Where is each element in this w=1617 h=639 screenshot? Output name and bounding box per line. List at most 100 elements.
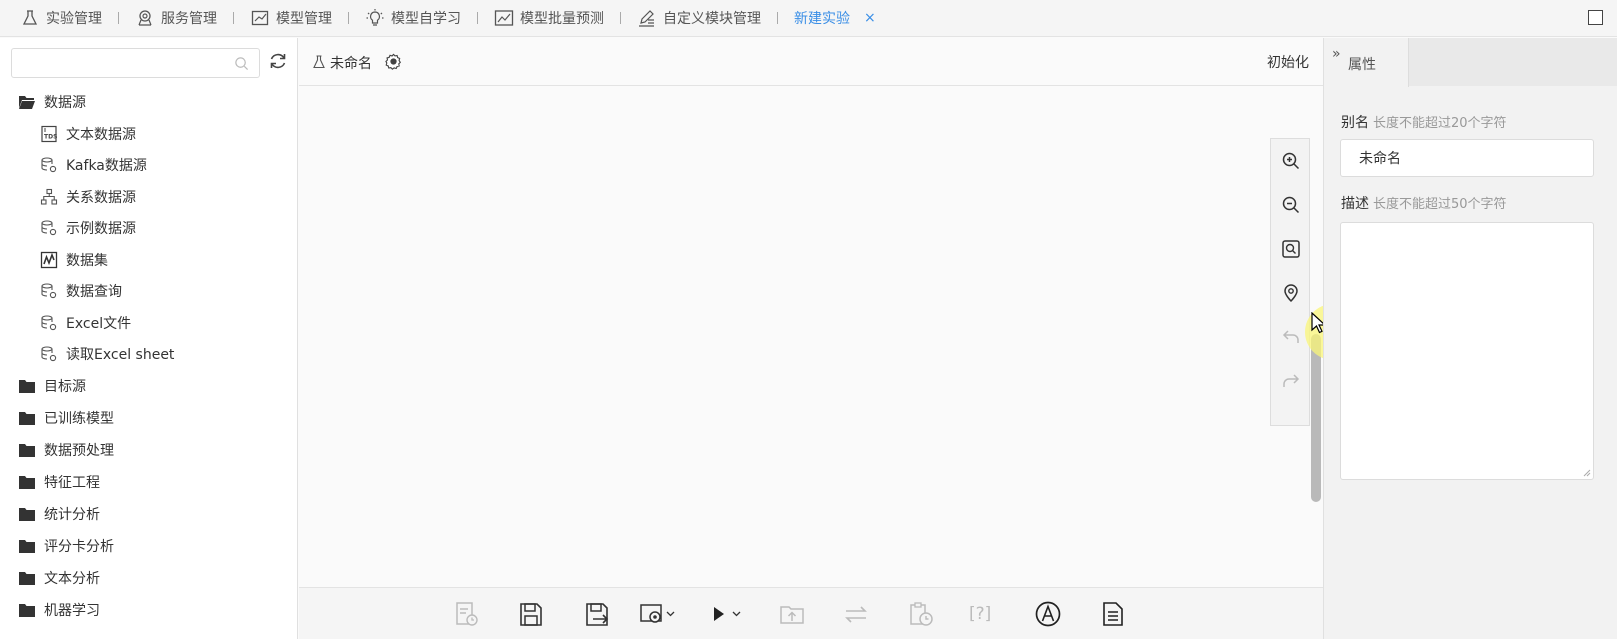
save-icon[interactable] [519,601,543,627]
database-icon [41,220,57,236]
settings-dropdown-icon[interactable] [639,601,677,627]
svg-text:TDS: TDS [44,133,57,140]
database-icon [41,346,57,362]
description-field[interactable] [1340,222,1594,480]
tree-folder-feature-engineering[interactable]: 特征工程 [0,466,298,498]
locate-icon[interactable] [1281,283,1301,303]
flask-icon [22,10,38,25]
folder-icon [19,540,35,553]
description-hint: 长度不能超过50个字符 [1373,197,1507,212]
swap-icon[interactable] [843,601,869,627]
tree-folder-label: 已训练模型 [44,411,114,427]
description-textarea[interactable] [1341,223,1593,479]
undo-icon[interactable] [1281,327,1301,347]
tab-new-experiment[interactable]: 新建实验 × [794,0,876,37]
tree-folder-label: 数据预处理 [44,443,114,459]
schedule-icon[interactable] [908,601,934,627]
tab-model-self-learning[interactable]: 模型自学习 [365,0,494,37]
tree-folder-scorecard[interactable]: 评分卡分析 [0,530,298,562]
tab-label: 实验管理 [46,11,102,27]
tab-label: 服务管理 [161,11,217,27]
maximize-icon[interactable] [1588,10,1603,25]
alias-input[interactable] [1341,140,1593,176]
tree-item-excel-file[interactable]: Excel文件 [0,307,298,339]
tree-folder-preprocessing[interactable]: 数据预处理 [0,434,298,466]
tree-folder-machine-learning[interactable]: 机器学习 [0,594,298,626]
initialize-button[interactable]: 初始化 [1267,52,1309,72]
tree-item-text-source[interactable]: TDS 文本数据源 [0,118,298,150]
tree-folder-text-analysis[interactable]: 文本分析 [0,562,298,594]
folder-icon [19,476,35,489]
component-sidebar: 数据源 TDS 文本数据源 Kafka数据源 关系数据源 示例数据源 数据集 数… [0,38,298,639]
experiment-editor: 未命名 初始化 [?] [299,38,1323,639]
bottom-toolbar: [?] [299,587,1323,639]
help-bracket-icon[interactable]: [?] [969,601,991,627]
tree-folder-trained-models[interactable]: 已训练模型 [0,402,298,434]
top-tab-bar: 实验管理 服务管理 模型管理 模型自学习 模型批量预测 自定义模块管理 新建实验… [0,0,1617,37]
folder-open-icon [19,96,35,109]
refresh-icon[interactable] [268,51,288,71]
canvas-toolbar [1270,138,1310,426]
tab-separator [348,12,349,24]
fit-view-icon[interactable] [1281,239,1301,259]
run-dropdown-icon[interactable] [711,601,745,627]
tab-label: 模型自学习 [391,11,461,27]
auto-icon[interactable] [1034,601,1062,627]
tree-folder-label: 统计分析 [44,507,100,523]
lightbulb-icon [366,9,384,26]
tree-folder-label: 数据源 [44,95,86,111]
tree-item-data-query[interactable]: 数据查询 [0,276,298,308]
alias-field[interactable] [1340,139,1594,177]
save-as-icon[interactable] [585,601,611,627]
tree-folder-statistics[interactable]: 统计分析 [0,498,298,530]
resize-handle-icon[interactable] [1583,469,1591,477]
tree-folder-label: 机器学习 [44,603,100,619]
tab-label: 新建实验 [794,11,850,27]
tab-service-management[interactable]: 服务管理 [135,0,250,37]
alias-label-text: 别名 [1341,115,1369,131]
gear-icon[interactable] [385,53,402,70]
close-tab-icon[interactable]: × [864,10,876,26]
tree-folder-label: 特征工程 [44,475,100,491]
database-icon [41,283,57,299]
tab-model-management[interactable]: 模型管理 [250,0,365,37]
tree-item-sample-source[interactable]: 示例数据源 [0,213,298,245]
alias-label: 别名 长度不能超过20个字符 [1341,112,1507,132]
tree-folder-data-source[interactable]: 数据源 [0,86,298,118]
alias-hint: 长度不能超过20个字符 [1373,116,1507,131]
tree-item-label: 数据集 [66,252,108,269]
tree-item-dataset[interactable]: 数据集 [0,244,298,276]
tab-separator [233,12,234,24]
tree-item-label: 文本数据源 [66,126,136,143]
search-input[interactable] [12,49,222,77]
canvas-scrollbar[interactable] [1311,334,1321,502]
tree-item-kafka-source[interactable]: Kafka数据源 [0,150,298,182]
search-field[interactable] [11,48,260,78]
document-icon[interactable] [1101,601,1125,627]
experiment-name: 未命名 [330,56,372,72]
tree-folder-target-source[interactable]: 目标源 [0,370,298,402]
collapse-panel-icon[interactable]: » [1332,46,1341,62]
upload-icon[interactable] [779,601,805,627]
zoom-in-icon[interactable] [1281,151,1301,171]
properties-tab-strip: 属性 » [1324,38,1617,87]
tree-folder-label: 文本分析 [44,571,100,587]
tree-item-read-excel-sheet[interactable]: 读取Excel sheet [0,339,298,371]
tab-separator [620,12,621,24]
search-icon[interactable] [234,56,249,71]
folder-icon [19,380,35,393]
tab-experiment-management[interactable]: 实验管理 [20,0,135,37]
zoom-out-icon[interactable] [1281,195,1301,215]
history-icon[interactable] [455,601,479,627]
database-icon [41,157,57,173]
tab-separator [477,12,478,24]
tab-batch-prediction[interactable]: 模型批量预测 [494,0,637,37]
relation-icon [40,188,58,205]
service-icon [138,10,152,26]
tree-item-relational-source[interactable]: 关系数据源 [0,181,298,213]
database-icon [41,315,57,330]
workflow-canvas[interactable] [299,87,1323,587]
tree-item-label: 数据查询 [66,284,122,301]
redo-icon[interactable] [1281,371,1301,391]
tab-custom-module-management[interactable]: 自定义模块管理 [637,0,794,37]
